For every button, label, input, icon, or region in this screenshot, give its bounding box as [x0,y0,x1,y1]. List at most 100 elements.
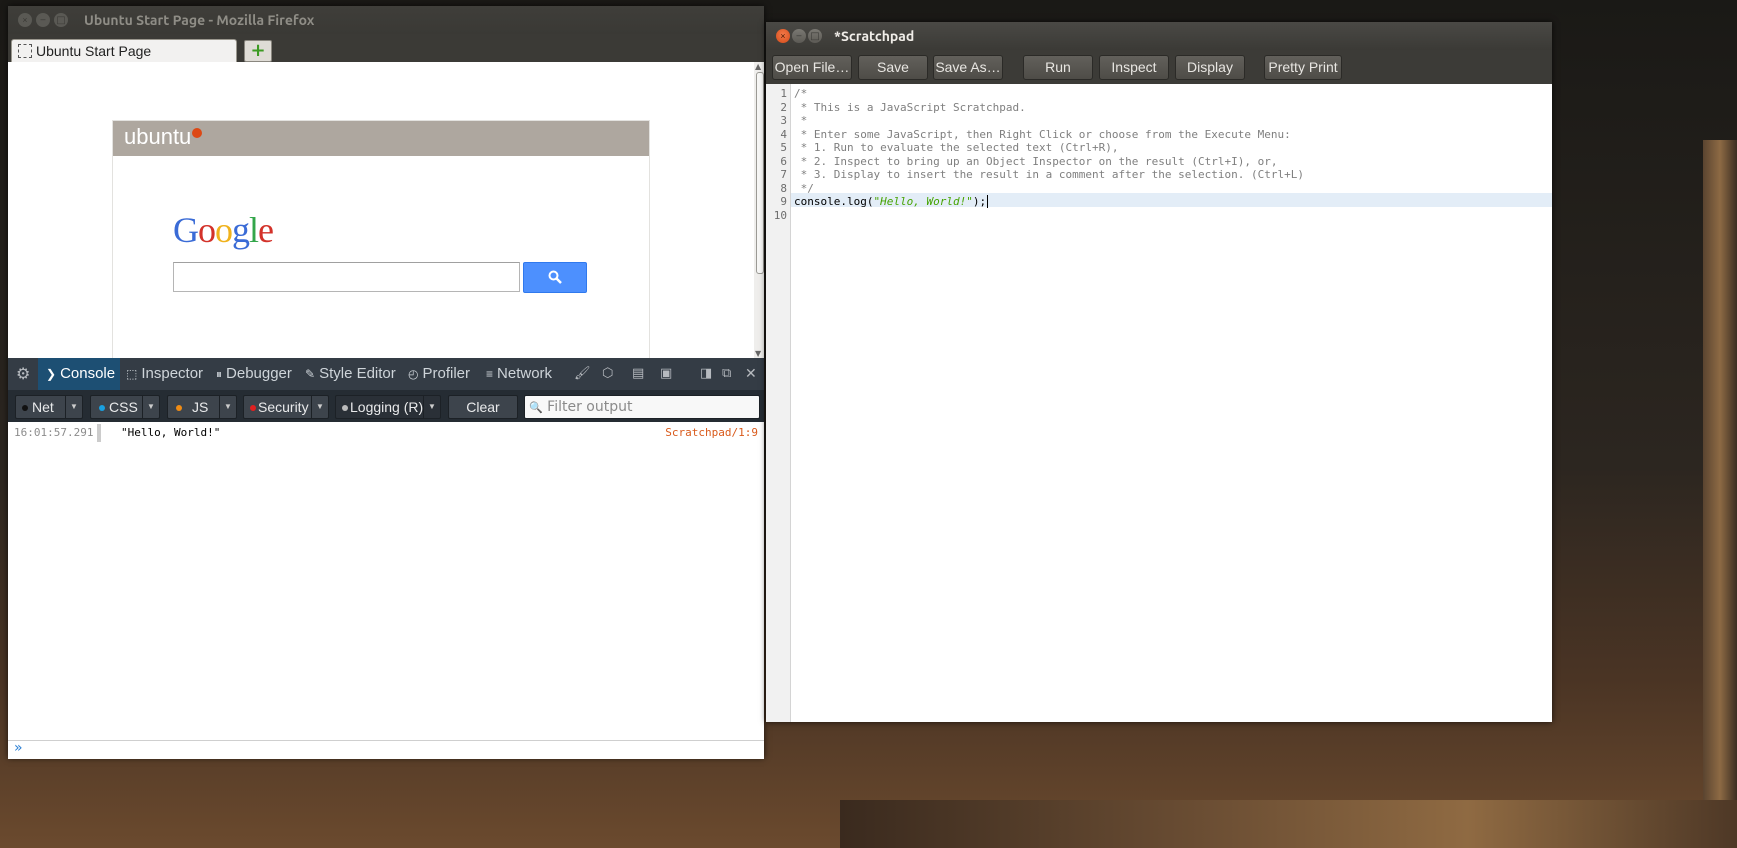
ubuntu-start-box: ubuntu Google [112,120,650,358]
code-line: * 1. Run to evaluate the selected text (… [794,141,1119,154]
tab-network[interactable]: ≡ Network [486,358,552,390]
network-icon: ≡ [486,367,494,381]
chevron-down-icon[interactable]: ▼ [142,396,159,418]
log-category-bar [97,424,101,442]
debugger-icon: ⏸ [216,367,223,381]
chevron-down-icon[interactable]: ▼ [311,396,328,418]
code-line: * 2. Inspect to bring up an Object Inspe… [794,154,1278,168]
chevron-down-icon[interactable]: ▼ [423,396,440,418]
tab-ubuntu-start-page[interactable]: Ubuntu Start Page [11,39,237,63]
log-source-link[interactable]: Scratchpad/1:9 [665,426,758,439]
tab-profiler[interactable]: ◴ Profiler [408,358,470,390]
google-logo-letter: l [249,210,259,250]
scroll-thumb[interactable] [756,72,764,274]
console-input[interactable]: » [8,740,764,759]
line-number: 6 [780,154,787,168]
open-file-button[interactable]: Open File… [772,55,852,80]
desktop-wallpaper [1703,140,1737,848]
desktop-wallpaper-bottom [840,800,1737,848]
filter-js-button[interactable]: JS ▼ [167,395,237,419]
line-number: 4 [780,127,787,141]
code-line: /* [794,87,808,100]
scroll-up-icon[interactable]: ▲ [755,62,761,71]
line-number: 5 [780,141,787,154]
pretty-print-button[interactable]: Pretty Print [1264,55,1342,80]
logging-dot [342,404,348,411]
profiler-icon: ◴ [408,367,419,381]
close-icon[interactable]: × [776,29,790,43]
code-line: * [794,114,808,127]
run-button[interactable]: Run [1023,55,1093,80]
line-number-gutter: 1 2 3 4 5 6 7 8 9 10 [766,84,791,722]
save-as-button[interactable]: Save As… [933,55,1003,80]
ubuntu-circle-icon [192,128,203,138]
filter-output-input[interactable]: 🔍 Filter output [524,395,760,419]
console-icon: ❯ [46,367,57,381]
firefox-titlebar: × – □ Ubuntu Start Page - Mozilla Firefo… [8,6,764,34]
chevron-down-icon[interactable]: ▼ [219,396,236,418]
undock-icon[interactable]: ⧉ [722,358,731,390]
display-button[interactable]: Display [1175,55,1245,80]
google-logo: Google [173,209,274,251]
close-devtools-icon[interactable]: ✕ [745,358,757,390]
filter-logging-button[interactable]: Logging (R) ▼ [335,395,441,419]
line-number: 10 [773,208,787,222]
scratchpad-icon[interactable]: ▤ [632,358,644,390]
maximize-icon[interactable]: □ [54,13,68,27]
css-dot [99,404,105,411]
google-search-input[interactable] [173,262,520,292]
window-title: Ubuntu Start Page - Mozilla Firefox [84,12,315,28]
page-scrollbar[interactable]: ▲ ▼ [754,62,764,358]
code-editor[interactable]: 1 2 3 4 5 6 7 8 9 10 /* * This is a Java… [766,84,1552,722]
google-logo-letter: g [232,210,250,250]
line-number: 9 [780,195,787,208]
inspect-button[interactable]: Inspect [1099,55,1169,80]
google-search-button[interactable] [523,262,587,293]
line-number: 3 [780,114,787,127]
new-tab-button[interactable]: + [244,40,272,62]
firefox-window: × – □ Ubuntu Start Page - Mozilla Firefo… [8,6,764,759]
close-icon[interactable]: × [18,13,32,27]
code-line: * This is a JavaScript Scratchpad. [794,100,1026,114]
tab-strip: Ubuntu Start Page + [8,34,764,63]
log-timestamp: 16:01:57.291 [14,426,94,439]
google-logo-letter: e [258,210,274,250]
log-row: 16:01:57.291 "Hello, World!" Scratchpad/… [8,424,764,442]
maximize-icon[interactable]: □ [808,29,822,43]
chevron-down-icon[interactable]: ▼ [65,396,82,418]
code-line: * Enter some JavaScript, then Right Clic… [794,127,1291,141]
scratchpad-toolbar: Open File… Save Save As… Run Inspect Dis… [766,50,1552,84]
js-dot [176,404,182,411]
window-title: *Scratchpad [834,28,915,44]
search-icon: 🔍 [529,401,543,414]
tab-inspector[interactable]: ⬚ Inspector [126,358,203,390]
clear-button[interactable]: Clear [448,395,518,419]
tab-console[interactable]: ❯ Console [38,358,120,390]
tab-label: Ubuntu Start Page [36,43,152,59]
devtools-toolbar: ⚙ ❯ Console ⬚ Inspector ⏸ Debugger ✎ Style E… [8,358,764,390]
net-dot [22,404,28,411]
chevron-right-icon: » [14,740,23,756]
filter-net-button[interactable]: Net ▼ [15,395,83,419]
save-button[interactable]: Save [858,55,928,80]
page-icon [18,44,32,58]
log-message: "Hello, World!" [121,426,221,439]
scroll-down-icon[interactable]: ▼ [755,349,761,358]
gear-icon[interactable]: ⚙ [16,358,30,390]
line-number: 1 [780,87,787,100]
inspector-icon: ⬚ [126,367,138,381]
tab-style-editor[interactable]: ✎ Style Editor [305,358,396,390]
responsive-icon[interactable]: ▣ [660,358,672,390]
paintbrush-icon[interactable]: 🖌 [574,358,591,390]
google-logo-letter: o [198,210,216,250]
minimize-icon[interactable]: – [792,29,806,43]
tab-debugger[interactable]: ⏸ Debugger [216,358,292,390]
filter-css-button[interactable]: CSS ▼ [90,395,160,419]
style-editor-icon: ✎ [305,367,316,381]
3d-view-icon[interactable]: ⬡ [602,358,613,390]
page-content: ubuntu Google [8,62,754,358]
filter-security-button[interactable]: Security ▼ [243,395,329,419]
minimize-icon[interactable]: – [36,13,50,27]
dock-side-icon[interactable]: ◨ [700,358,712,390]
security-dot [250,404,256,411]
